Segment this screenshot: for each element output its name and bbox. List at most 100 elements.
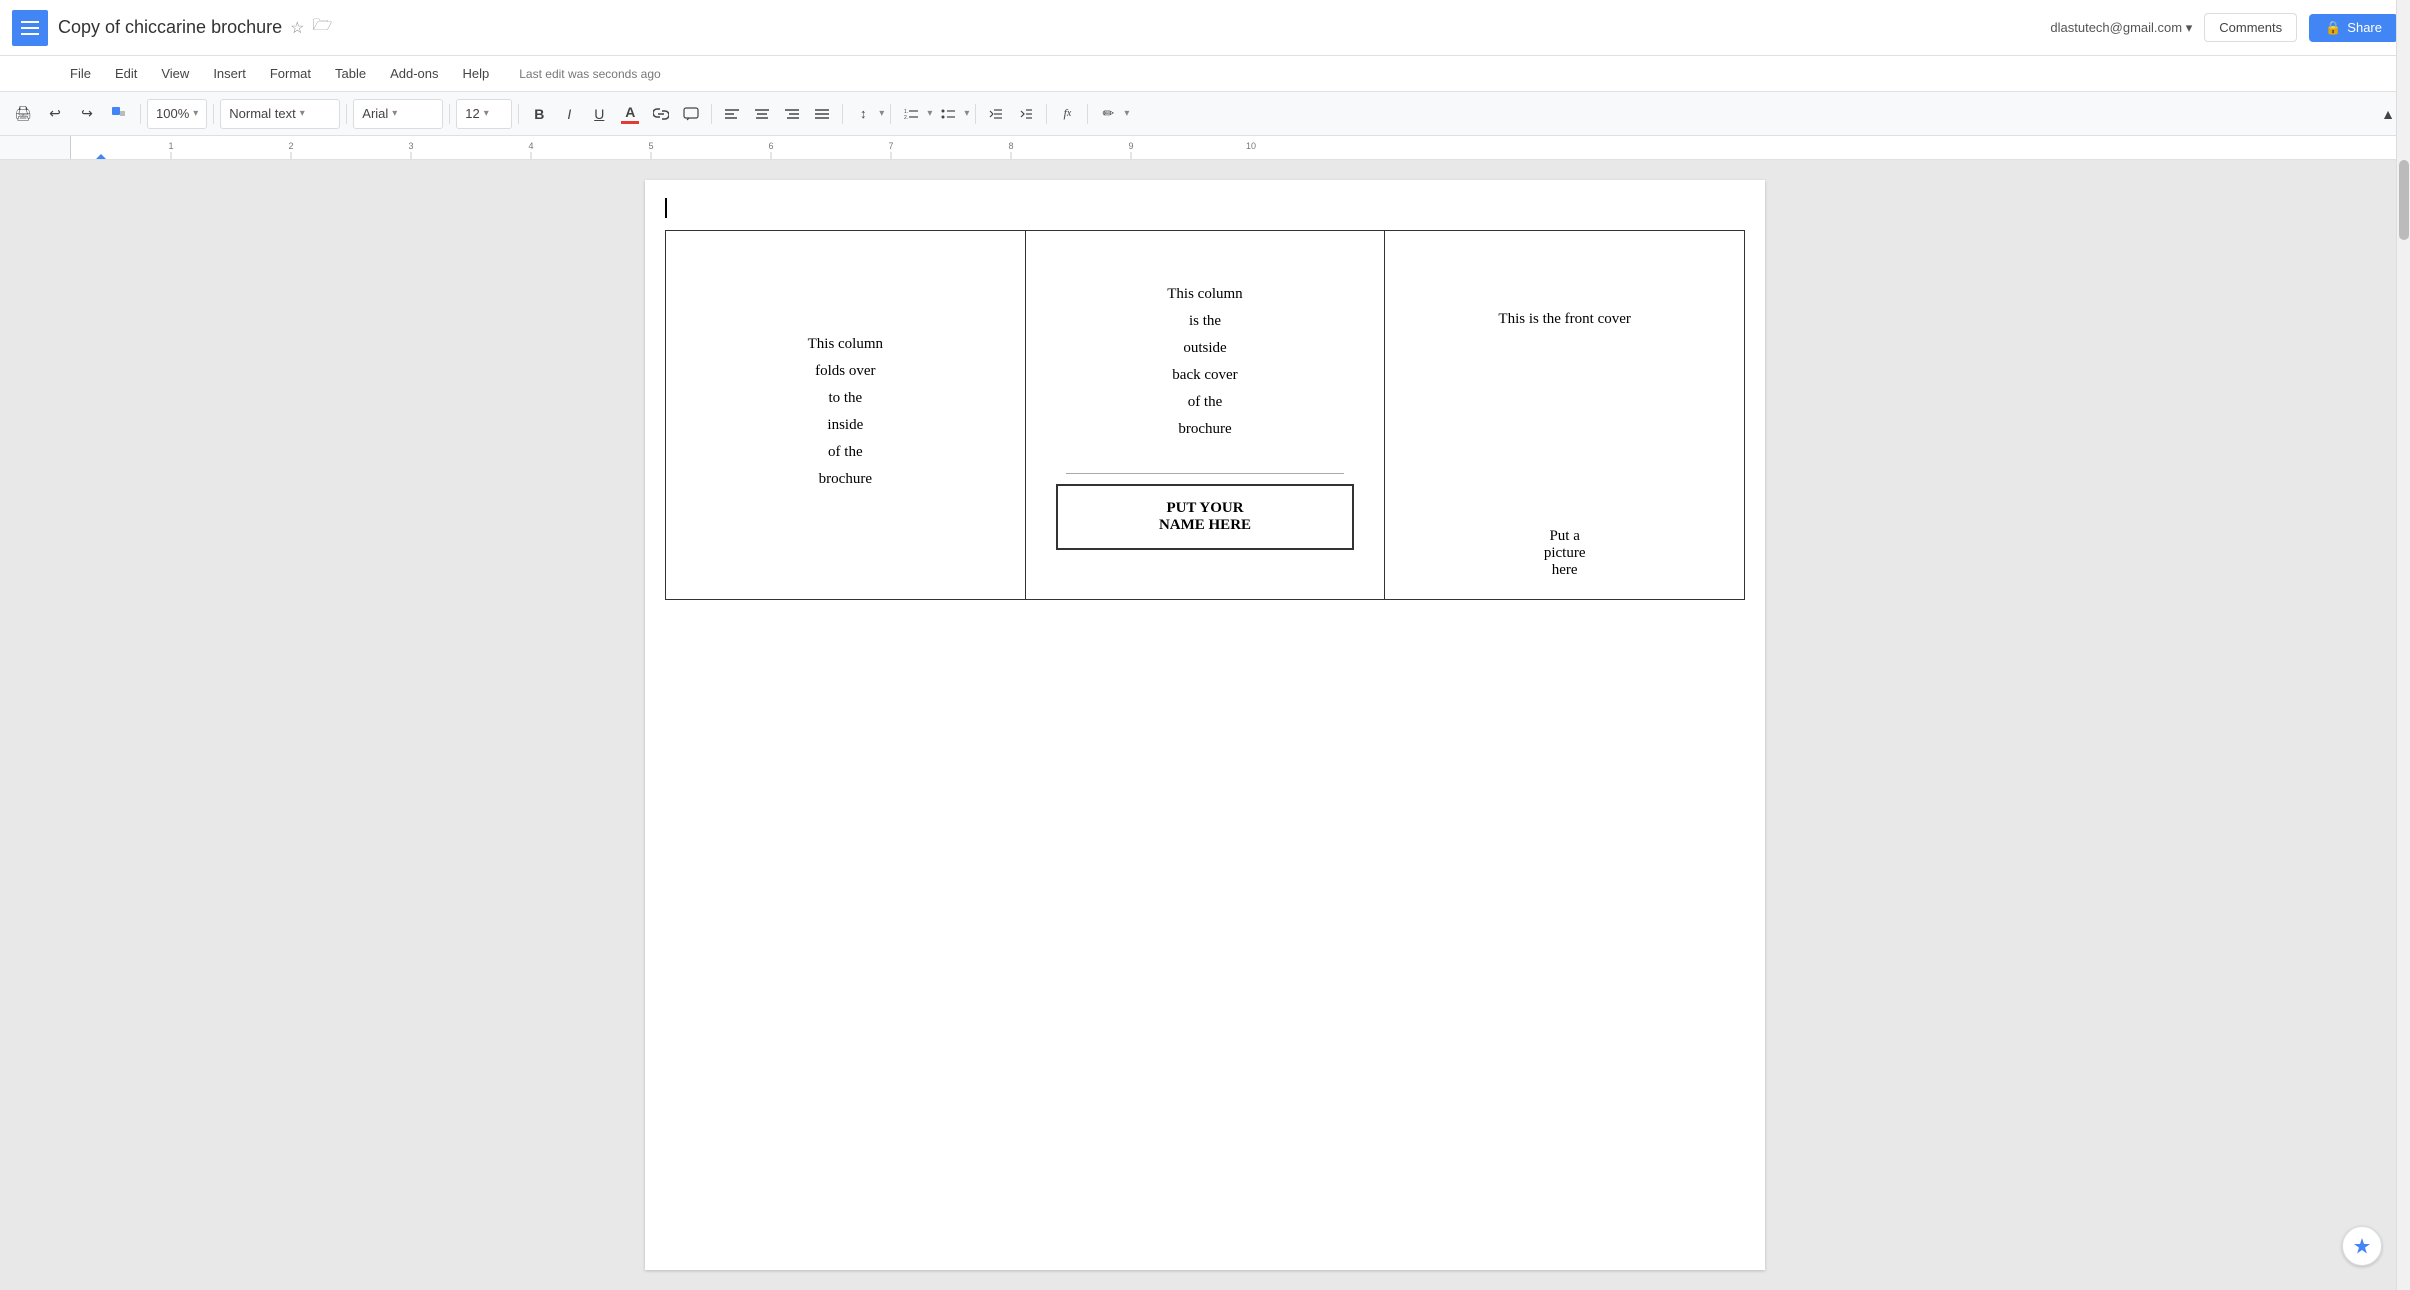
smart-compose-button[interactable] — [2342, 1226, 2382, 1266]
last-edit-status: Last edit was seconds ago — [519, 67, 660, 81]
separator-1 — [140, 104, 141, 124]
separator-7 — [842, 104, 843, 124]
menu-insert[interactable]: Insert — [203, 62, 256, 85]
col3-picture-line-3: here — [1405, 562, 1724, 579]
style-chevron: ▾ — [300, 108, 305, 119]
comment-button[interactable] — [677, 100, 705, 128]
folder-icon[interactable]: 🗁 — [312, 14, 332, 41]
align-center-button[interactable] — [748, 100, 776, 128]
separator-8 — [890, 104, 891, 124]
svg-text:4: 4 — [528, 141, 533, 151]
redo-button[interactable]: ↪ — [72, 99, 102, 129]
zoom-dropdown[interactable]: 100% ▾ — [147, 99, 207, 129]
align-justify-button[interactable] — [808, 100, 836, 128]
svg-text:10: 10 — [1246, 141, 1256, 151]
col3-picture-line-1: Put a — [1405, 528, 1724, 545]
col3-top-text: This is the front cover — [1405, 251, 1724, 328]
svg-text:2: 2 — [288, 141, 293, 151]
share-button[interactable]: 🔒 Share — [2309, 14, 2398, 42]
name-line-2: NAME HERE — [1072, 517, 1339, 534]
separator-6 — [711, 104, 712, 124]
text-color-bar — [621, 121, 639, 124]
col2-line-2: is the — [1046, 308, 1365, 335]
col1-line-1: This column — [686, 331, 1005, 358]
menu-file[interactable]: File — [60, 62, 101, 85]
line-spacing-button[interactable]: ↕ — [849, 100, 877, 128]
hamburger-icon — [21, 21, 39, 35]
num-list-chevron[interactable]: ▾ — [927, 108, 932, 119]
menu-edit[interactable]: Edit — [105, 62, 147, 85]
link-button[interactable] — [647, 100, 675, 128]
col1-line-5: of the — [686, 439, 1005, 466]
scroll-area — [2396, 0, 2410, 1290]
star-icon[interactable]: ☆ — [290, 18, 304, 38]
indent-more-button[interactable] — [1012, 100, 1040, 128]
text-style-dropdown[interactable]: Normal text ▾ — [220, 99, 340, 129]
table-cell-col2[interactable]: This column is the outside back cover of… — [1025, 231, 1385, 600]
name-box[interactable]: PUT YOUR NAME HERE — [1056, 484, 1355, 550]
name-line-1: PUT YOUR — [1072, 500, 1339, 517]
separator-10 — [1046, 104, 1047, 124]
document-area: This column folds over to the inside of … — [0, 160, 2410, 1290]
col1-line-3: to the — [686, 385, 1005, 412]
table-cell-col1[interactable]: This column folds over to the inside of … — [666, 231, 1026, 600]
separator-5 — [518, 104, 519, 124]
bullet-list-chevron[interactable]: ▾ — [964, 108, 969, 119]
col1-line-6: brochure — [686, 466, 1005, 493]
menu-addons[interactable]: Add-ons — [380, 62, 448, 85]
paint-format-button[interactable] — [104, 99, 134, 129]
comments-button[interactable]: Comments — [2204, 13, 2297, 42]
doc-title-area: Copy of chiccarine brochure ☆ 🗁 — [58, 14, 2050, 41]
separator-4 — [449, 104, 450, 124]
clear-format-button[interactable]: fx — [1053, 100, 1081, 128]
bold-button[interactable]: B — [525, 100, 553, 128]
app-menu-button[interactable] — [12, 10, 48, 46]
menu-table[interactable]: Table — [325, 62, 376, 85]
col2-line-1: This column — [1046, 281, 1365, 308]
bullet-list-button[interactable] — [934, 100, 962, 128]
svg-text:5: 5 — [648, 141, 653, 151]
share-label: Share — [2347, 20, 2382, 35]
menu-format[interactable]: Format — [260, 62, 321, 85]
undo-button[interactable]: ↩ — [40, 99, 70, 129]
separator-11 — [1087, 104, 1088, 124]
table-cell-col3[interactable]: This is the front cover Put a picture he… — [1385, 231, 1745, 600]
top-bar: Copy of chiccarine brochure ☆ 🗁 dlastute… — [0, 0, 2410, 56]
size-chevron: ▾ — [484, 108, 489, 119]
font-dropdown[interactable]: Arial ▾ — [353, 99, 443, 129]
document-page[interactable]: This column folds over to the inside of … — [645, 180, 1765, 1270]
align-right-button[interactable] — [778, 100, 806, 128]
col2-line-6: brochure — [1046, 416, 1365, 443]
menu-view[interactable]: View — [151, 62, 199, 85]
indent-less-button[interactable] — [982, 100, 1010, 128]
separator-3 — [346, 104, 347, 124]
col1-content: This column folds over to the inside of … — [686, 251, 1005, 493]
font-size-dropdown[interactable]: 12 ▾ — [456, 99, 512, 129]
doc-title[interactable]: Copy of chiccarine brochure — [58, 17, 282, 38]
svg-text:9: 9 — [1128, 141, 1133, 151]
align-left-button[interactable] — [718, 100, 746, 128]
menu-bar: File Edit View Insert Format Table Add-o… — [0, 56, 2410, 92]
col3-bottom-text: Put a picture here — [1405, 328, 1724, 579]
line-spacing-chevron[interactable]: ▾ — [879, 108, 884, 119]
col2-top-text: This column is the outside back cover of… — [1046, 251, 1365, 463]
pen-button[interactable]: ✏ — [1094, 100, 1122, 128]
text-color-button[interactable]: A — [615, 99, 645, 129]
col1-line-2: folds over — [686, 358, 1005, 385]
col3-content: This is the front cover Put a picture he… — [1405, 251, 1724, 579]
font-chevron: ▾ — [392, 108, 397, 119]
svg-text:1: 1 — [168, 141, 173, 151]
table-row: This column folds over to the inside of … — [666, 231, 1745, 600]
scroll-thumb[interactable] — [2399, 160, 2409, 240]
menu-help[interactable]: Help — [453, 62, 500, 85]
print-button[interactable]: 🖨 — [8, 99, 38, 129]
underline-button[interactable]: U — [585, 100, 613, 128]
italic-button[interactable]: I — [555, 100, 583, 128]
pen-chevron[interactable]: ▾ — [1124, 108, 1129, 119]
zoom-chevron: ▾ — [193, 108, 198, 119]
numbered-list-button[interactable]: 1.2. — [897, 100, 925, 128]
user-email: dlastutech@gmail.com ▾ — [2050, 20, 2192, 36]
col1-line-4: inside — [686, 412, 1005, 439]
col3-title: This is the front cover — [1405, 311, 1724, 328]
col2-line-3: outside — [1046, 335, 1365, 362]
